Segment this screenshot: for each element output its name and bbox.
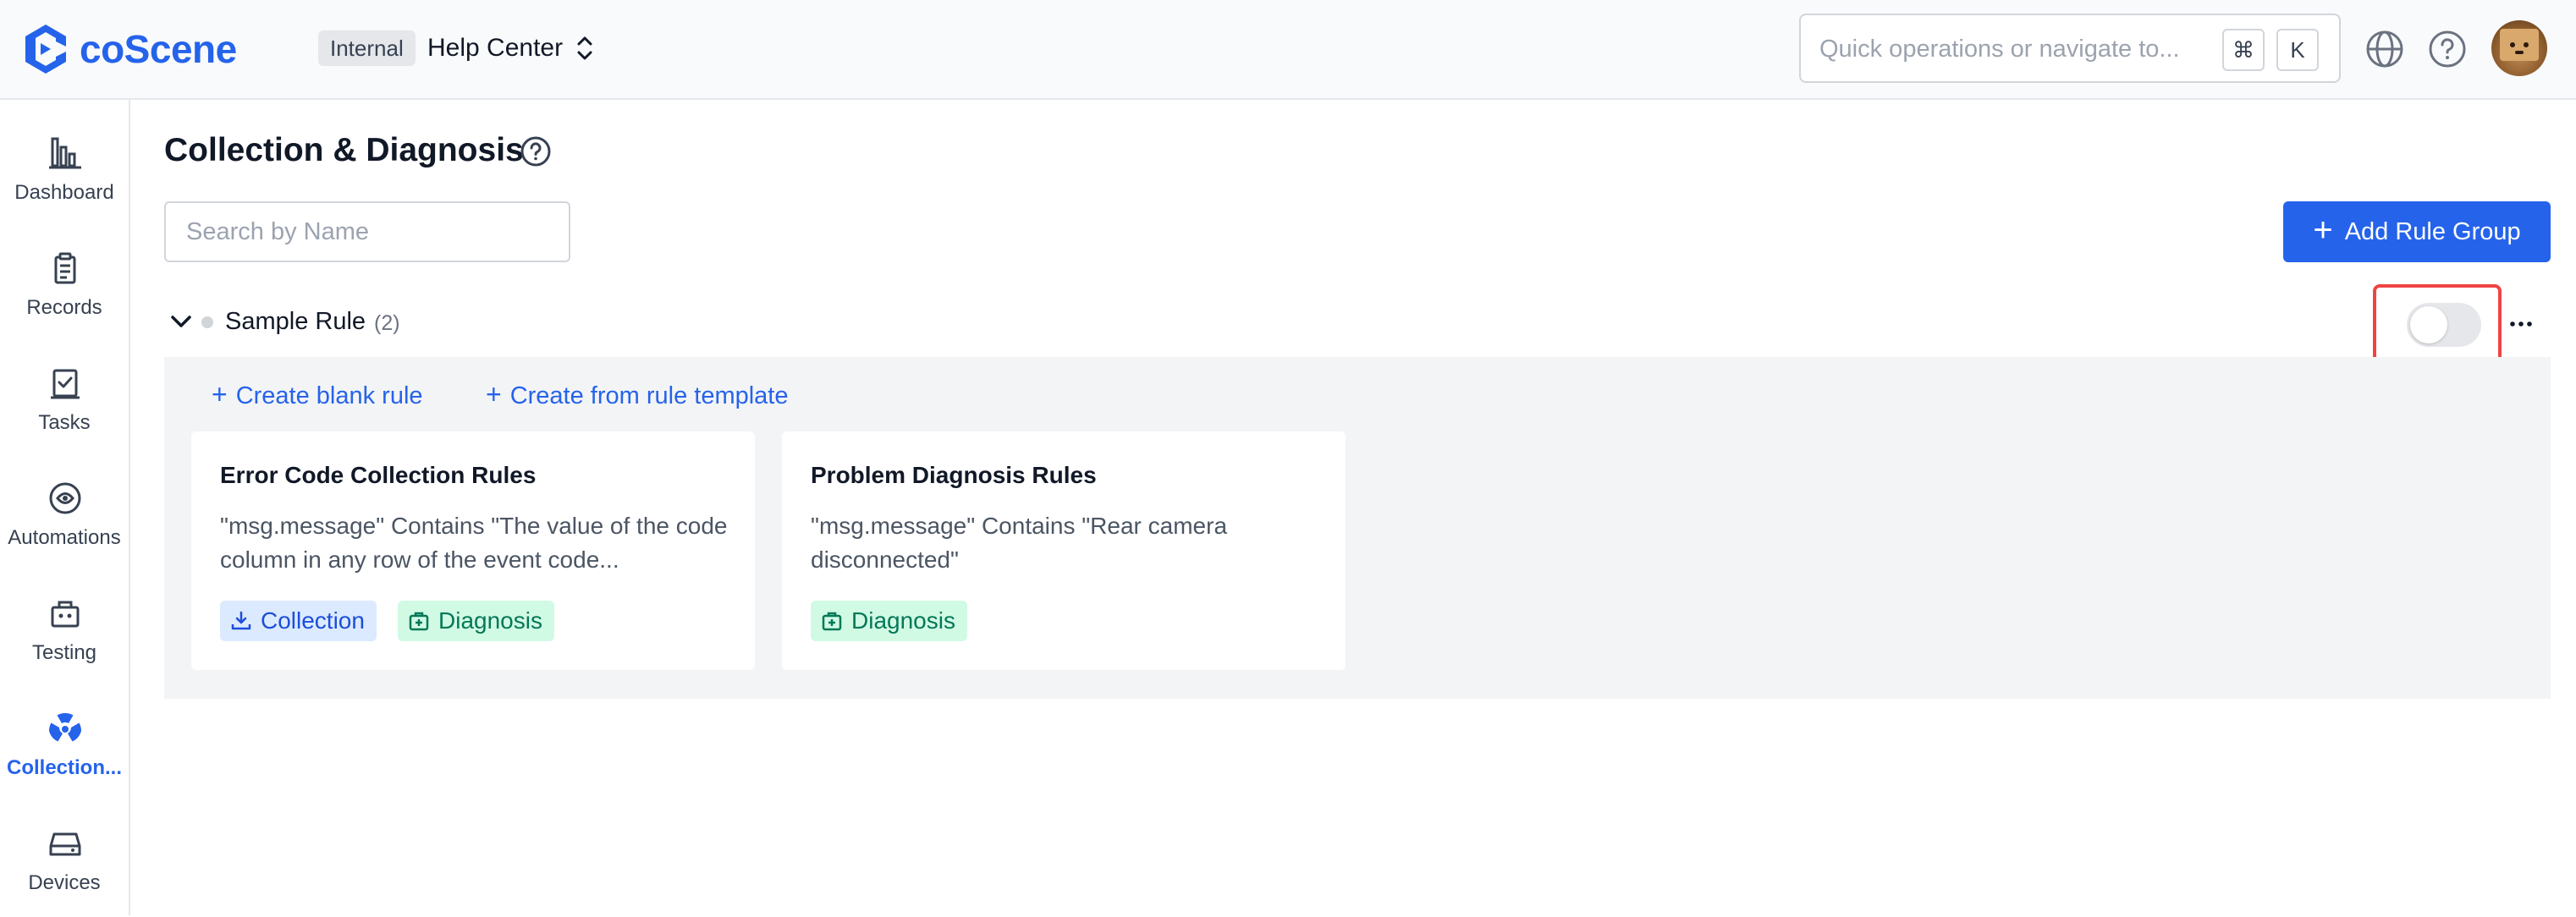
org-badge: Internal [318,30,416,66]
sidebar-item-label: Dashboard [14,181,114,204]
sidebar-item-dashboard[interactable]: Dashboard [0,125,129,227]
more-options-icon[interactable] [2507,310,2535,338]
diagnosis-tag: Diagnosis [398,601,554,641]
sidebar-item-collection[interactable]: Collection... [0,700,129,802]
sidebar-item-label: Collection... [6,756,122,779]
avatar-eye [2510,42,2515,47]
clipboard-icon [54,252,76,284]
testing-icon [51,601,80,628]
sidebar-item-label: Tasks [38,411,91,434]
brand-logo[interactable]: coScene [20,19,237,80]
sidebar: Dashboard Records Tasks Automations Test… [0,100,130,915]
quick-search-placeholder: Quick operations or navigate to... [1819,36,2180,63]
diagnosis-tag: Diagnosis [811,601,967,641]
avatar-mouth [2515,51,2524,54]
rule-title: Error Code Collection Rules [220,462,537,488]
medical-kit-icon [409,612,429,631]
sidebar-item-tasks[interactable]: Tasks [0,355,129,457]
rule-description: "msg.message" Contains "The value of the… [220,513,728,573]
project-name[interactable]: Help Center [427,30,563,66]
coscene-logo-icon [25,25,66,74]
globe-icon[interactable] [2364,29,2405,69]
command-key: ⌘ [2222,29,2265,71]
rule-group-header[interactable]: Sample Rule (2) [164,299,2551,347]
page-title: Collection & Diagnosis [164,132,524,168]
add-rule-group-label: Add Rule Group [2344,217,2521,245]
collection-tag: Collection [220,601,377,641]
help-icon[interactable] [2427,29,2468,69]
plus-icon: + [2313,211,2333,249]
sidebar-item-label: Records [26,296,102,319]
tag-label: Diagnosis [438,607,542,634]
avatar-eye [2524,42,2529,47]
help-icon[interactable] [520,135,552,167]
sidebar-item-label: Devices [28,871,101,894]
chevron-down-icon[interactable] [168,308,195,335]
rule-description: "msg.message" Contains "Rear camera disc… [811,513,1228,573]
rule-card[interactable]: Problem Diagnosis Rules "msg.message" Co… [782,431,1346,670]
rule-group-name: Sample Rule [225,308,366,335]
rule-title: Problem Diagnosis Rules [811,462,1097,488]
status-dot [201,316,213,328]
k-key: K [2276,29,2319,71]
automation-icon [49,482,81,514]
bar-chart-icon [49,137,81,169]
download-icon [231,611,251,630]
sidebar-item-automations[interactable]: Automations [0,470,129,572]
quick-search-input[interactable]: Quick operations or navigate to... ⌘ K [1799,14,2341,83]
create-blank-rule-link[interactable]: + Create blank rule [212,379,423,410]
avatar[interactable] [2491,20,2547,76]
sidebar-item-records[interactable]: Records [0,240,129,342]
plus-icon: + [212,379,228,409]
task-check-icon [51,369,80,399]
radiation-icon [48,712,82,742]
chevron-up-down-icon[interactable] [572,34,597,63]
rule-card[interactable]: Error Code Collection Rules "msg.message… [191,431,755,670]
tag-label: Collection [261,607,365,634]
top-bar: coScene Internal Help Center Quick opera… [0,0,2576,100]
sidebar-item-devices[interactable]: Devices [0,815,129,917]
device-icon [49,832,81,856]
sidebar-item-testing[interactable]: Testing [0,585,129,687]
toggle-knob [2410,306,2447,343]
search-by-name-input[interactable] [164,201,570,262]
avatar-box [2500,29,2539,61]
plus-icon: + [486,379,502,409]
create-blank-rule-label: Create blank rule [235,382,423,409]
sidebar-item-label: Automations [8,526,121,549]
brand-name: coScene [80,27,237,71]
rule-group-toggle[interactable] [2407,303,2481,347]
sidebar-item-label: Testing [31,641,97,664]
add-rule-group-button[interactable]: + Add Rule Group [2283,201,2551,262]
create-from-template-link[interactable]: + Create from rule template [486,379,789,410]
rules-panel: + Create blank rule + Create from rule tem… [164,357,2551,699]
tag-label: Diagnosis [851,607,955,634]
rule-group-count: (2) [374,311,400,335]
create-from-template-label: Create from rule template [509,382,789,409]
medical-kit-icon [822,612,842,631]
